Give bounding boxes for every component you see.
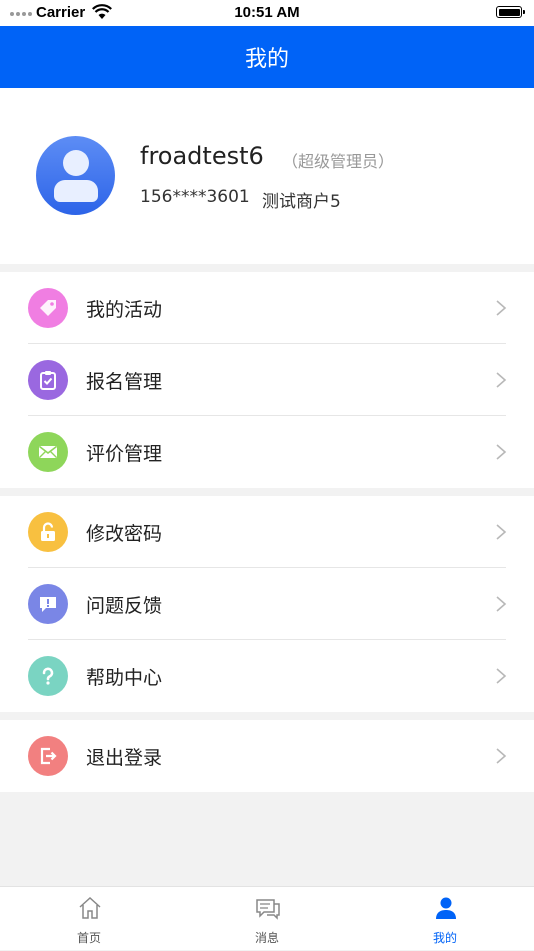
menu-label: 评价管理 <box>86 443 163 465</box>
username: froadtest6 <box>140 142 264 170</box>
menu-label: 我的活动 <box>86 299 163 321</box>
battery-icon <box>496 6 525 18</box>
chevron-right-icon <box>496 372 507 388</box>
avatar[interactable] <box>36 136 115 215</box>
chevron-right-icon <box>496 300 507 316</box>
menu-group-account: 修改密码 问题反馈 帮助中心 <box>0 496 534 712</box>
menu-group-logout: 退出登录 <box>0 720 534 792</box>
menu-group-activities: 我的活动 报名管理 评价管理 <box>0 272 534 488</box>
chat-icon <box>256 899 280 920</box>
clock: 10:51 AM <box>234 4 300 21</box>
tag-icon <box>28 288 68 328</box>
menu-item-feedback[interactable]: 问题反馈 <box>0 568 534 640</box>
menu-item-review-management[interactable]: 评价管理 <box>0 416 534 488</box>
envelope-icon <box>28 432 68 472</box>
status-bar: Carrier 10:51 AM <box>0 0 534 26</box>
user-icon <box>436 897 456 919</box>
tab-home[interactable]: 首页 <box>39 887 139 951</box>
user-role: （超级管理员） <box>282 152 395 171</box>
nav-bar: 我的 <box>0 26 534 88</box>
menu-item-change-password[interactable]: 修改密码 <box>0 496 534 568</box>
phone-number: 156****3601 <box>140 187 250 207</box>
chevron-right-icon <box>496 596 507 612</box>
menu-label: 问题反馈 <box>86 595 163 617</box>
tab-messages[interactable]: 消息 <box>217 887 317 951</box>
chevron-right-icon <box>496 444 507 460</box>
question-icon <box>28 656 68 696</box>
tab-bar: 首页 消息 我的 <box>0 886 534 950</box>
chevron-right-icon <box>496 748 507 764</box>
chevron-right-icon <box>496 668 507 684</box>
avatar-body <box>54 180 98 202</box>
logout-icon <box>28 736 68 776</box>
home-icon <box>79 896 101 919</box>
tab-label: 我的 <box>432 931 457 945</box>
tab-label: 首页 <box>76 931 101 945</box>
merchant-name: 测试商户5 <box>262 192 341 212</box>
menu-item-my-activities[interactable]: 我的活动 <box>0 272 534 344</box>
menu-label: 退出登录 <box>86 747 163 769</box>
menu-item-registration-management[interactable]: 报名管理 <box>0 344 534 416</box>
page-title: 我的 <box>244 47 289 72</box>
menu-label: 帮助中心 <box>86 667 163 689</box>
feedback-icon <box>28 584 68 624</box>
menu-label: 报名管理 <box>86 371 163 393</box>
clipboard-check-icon <box>28 360 68 400</box>
menu-item-logout[interactable]: 退出登录 <box>0 720 534 792</box>
tab-label: 消息 <box>254 931 279 945</box>
menu-label: 修改密码 <box>86 523 163 545</box>
avatar-head <box>63 150 89 176</box>
chevron-right-icon <box>496 524 507 540</box>
profile-card[interactable]: froadtest6 （超级管理员） 156****3601 测试商户5 <box>0 88 534 264</box>
tab-mine[interactable]: 我的 <box>395 887 495 951</box>
unlock-icon <box>28 512 68 552</box>
menu-item-help-center[interactable]: 帮助中心 <box>0 640 534 712</box>
